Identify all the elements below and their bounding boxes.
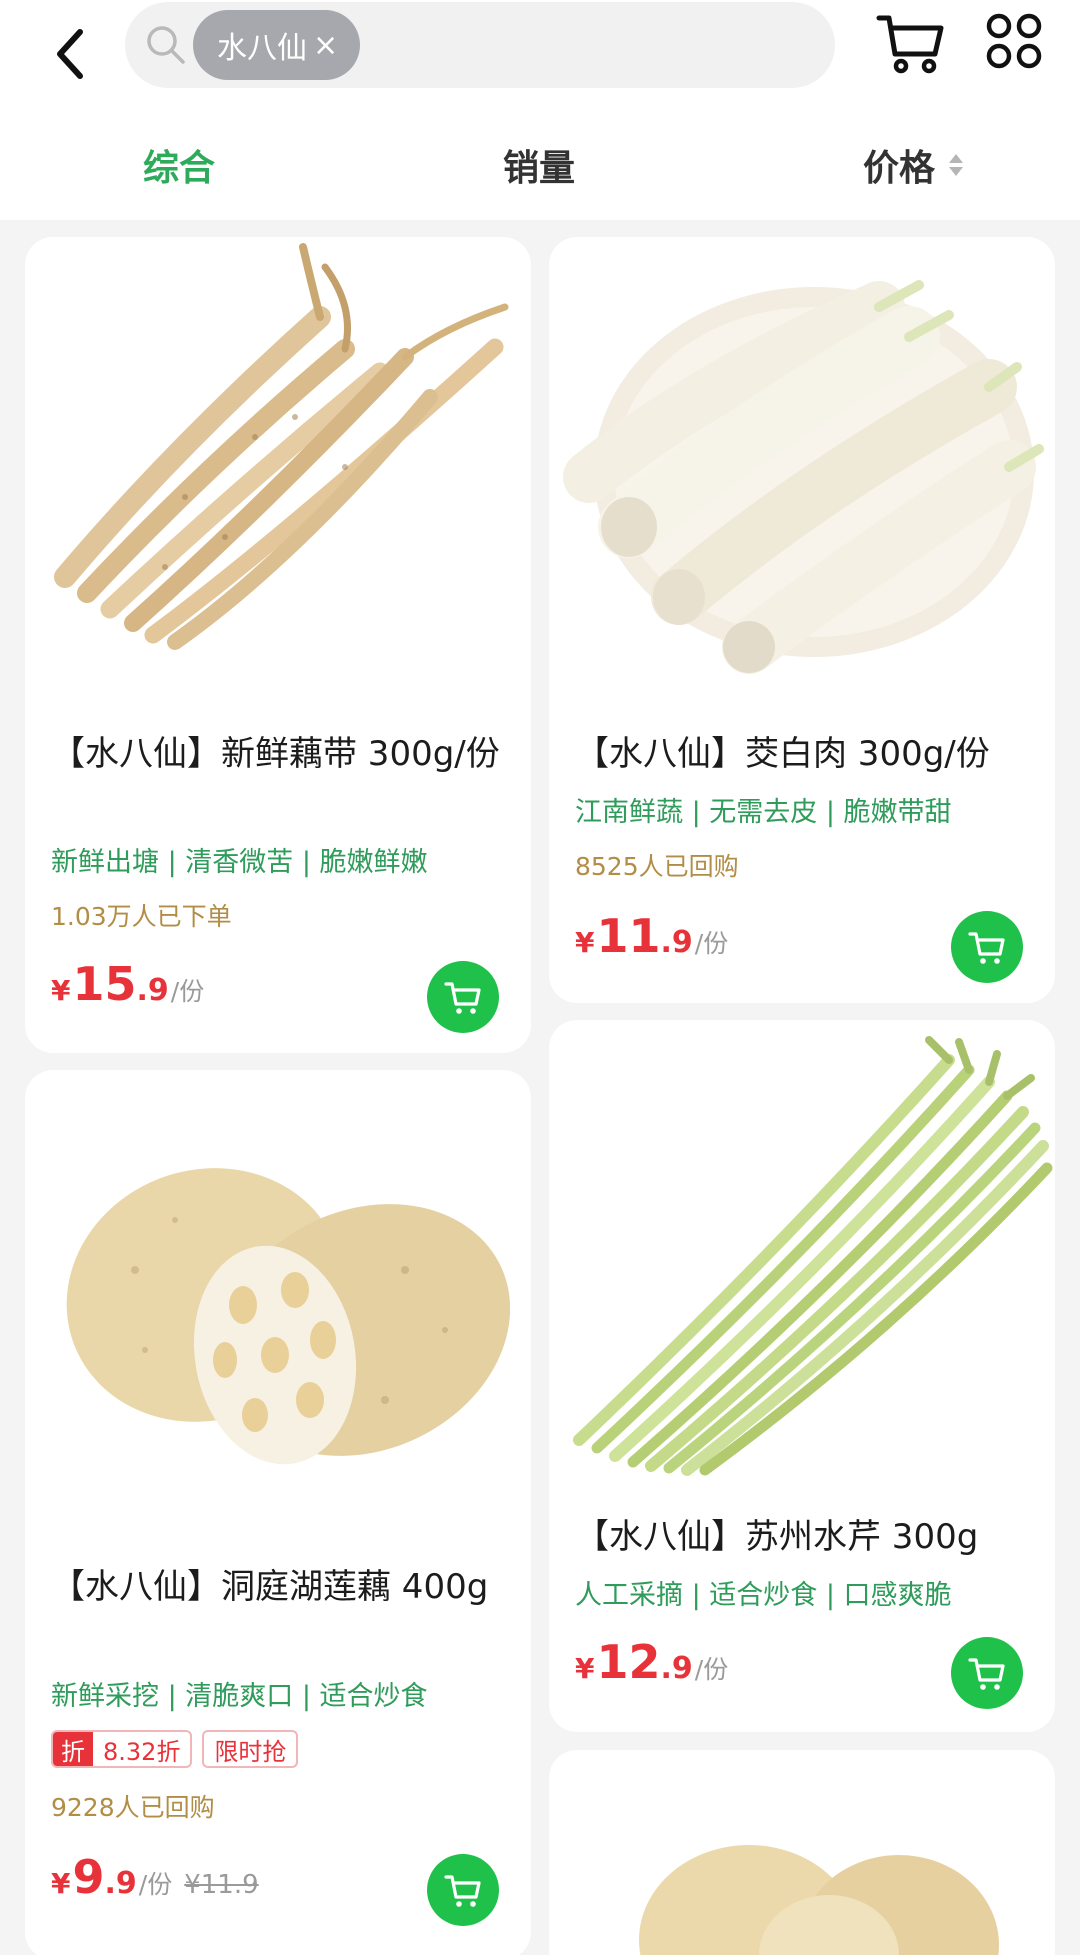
price-unit: /份 bbox=[694, 1655, 729, 1684]
product-title: 【水八仙】新鲜藕带 300g/份 bbox=[51, 734, 500, 774]
shopping-cart-icon[interactable] bbox=[875, 8, 945, 78]
product-image bbox=[639, 1845, 999, 1955]
currency-symbol: ¥ bbox=[51, 974, 71, 1007]
sort-tab-price[interactable]: 价格 bbox=[863, 120, 964, 210]
flash-sale-label: 限时抢 bbox=[214, 1737, 287, 1766]
price-integer: 12 bbox=[596, 1635, 661, 1689]
buyers-count: 1.03万人已下单 bbox=[51, 902, 232, 931]
grid-menu-icon[interactable] bbox=[985, 12, 1043, 70]
discount-value: 8.32折 bbox=[103, 1737, 181, 1766]
original-price: ¥11.9 bbox=[184, 1870, 259, 1900]
product-card[interactable]: 【水八仙】新鲜藕带 300g/份 新鲜出塘 | 清香微苦 | 脆嫩鲜嫩 1.03… bbox=[25, 237, 531, 1053]
sort-tab-label: 价格 bbox=[863, 148, 936, 189]
price-integer: 11 bbox=[596, 909, 661, 963]
product-price: ¥ 9 .9 /份 ¥11.9 bbox=[51, 1850, 259, 1904]
search-keyword-chip[interactable]: 水八仙 × bbox=[193, 10, 361, 80]
sort-bar: 综合 销量 价格 bbox=[0, 120, 1080, 210]
product-title: 【水八仙】茭白肉 300g/份 bbox=[575, 734, 990, 774]
price-unit: /份 bbox=[170, 977, 205, 1006]
product-price: ¥ 11 .9 /份 bbox=[575, 909, 728, 963]
price-decimal: .9 bbox=[104, 1866, 137, 1901]
product-tags: 人工采摘 | 适合炒食 | 口感爽脆 bbox=[575, 1580, 952, 1611]
product-card[interactable]: 【水八仙】茭白肉 300g/份 江南鲜蔬 | 无需去皮 | 脆嫩带甜 8525人… bbox=[549, 237, 1055, 1003]
price-integer: 15 bbox=[72, 957, 137, 1011]
discount-rate-badge: 折 8.32折 bbox=[51, 1730, 193, 1768]
back-button[interactable] bbox=[30, 14, 110, 94]
search-keyword-text: 水八仙 bbox=[217, 31, 307, 66]
sort-order-icon bbox=[949, 154, 964, 176]
search-bar[interactable]: 水八仙 × bbox=[125, 2, 835, 88]
flash-sale-badge: 限时抢 bbox=[202, 1730, 299, 1768]
currency-symbol: ¥ bbox=[575, 1652, 595, 1685]
add-to-cart-button[interactable] bbox=[951, 911, 1023, 983]
currency-symbol: ¥ bbox=[51, 1867, 71, 1900]
sort-tab-comprehensive[interactable]: 综合 bbox=[143, 120, 215, 210]
buyers-count: 9228人已回购 bbox=[51, 1793, 215, 1822]
price-integer: 9 bbox=[72, 1850, 105, 1904]
clear-keyword-icon[interactable]: × bbox=[313, 28, 338, 63]
cart-icon bbox=[444, 982, 481, 1014]
product-title: 【水八仙】洞庭湖莲藕 400g bbox=[51, 1567, 489, 1607]
product-tags: 江南鲜蔬 | 无需去皮 | 脆嫩带甜 bbox=[575, 797, 952, 828]
product-image bbox=[573, 1036, 1053, 1476]
discount-label: 折 bbox=[53, 1732, 93, 1766]
price-decimal: .9 bbox=[660, 1651, 693, 1686]
discount-badges: 折 8.32折 限时抢 bbox=[51, 1730, 299, 1768]
add-to-cart-button[interactable] bbox=[951, 1637, 1023, 1709]
product-tags: 新鲜出塘 | 清香微苦 | 脆嫩鲜嫩 bbox=[51, 847, 428, 878]
cart-icon bbox=[444, 1875, 481, 1907]
price-decimal: .9 bbox=[660, 925, 693, 960]
product-price: ¥ 12 .9 /份 bbox=[575, 1635, 728, 1689]
product-card[interactable] bbox=[549, 1750, 1055, 1955]
product-card[interactable]: 【水八仙】洞庭湖莲藕 400g 新鲜采挖 | 清脆爽口 | 适合炒食 折 8.3… bbox=[25, 1070, 531, 1955]
sort-tab-label: 销量 bbox=[503, 148, 576, 189]
product-title: 【水八仙】苏州水芹 300g bbox=[575, 1517, 979, 1557]
product-tags: 新鲜采挖 | 清脆爽口 | 适合炒食 bbox=[51, 1681, 428, 1712]
sort-tab-sales[interactable]: 销量 bbox=[503, 120, 575, 210]
add-to-cart-button[interactable] bbox=[427, 961, 499, 1033]
price-unit: /份 bbox=[138, 1870, 173, 1899]
search-icon bbox=[147, 26, 185, 64]
product-card[interactable]: 【水八仙】苏州水芹 300g 人工采摘 | 适合炒食 | 口感爽脆 ¥ 12 .… bbox=[549, 1020, 1055, 1732]
back-arrow-icon bbox=[57, 29, 83, 79]
product-image bbox=[66, 1168, 511, 1465]
product-image bbox=[563, 280, 1044, 674]
product-price: ¥ 15 .9 /份 bbox=[51, 957, 204, 1011]
add-to-cart-button[interactable] bbox=[427, 1854, 499, 1926]
buyers-count: 8525人已回购 bbox=[575, 852, 739, 881]
cart-icon bbox=[968, 1658, 1005, 1690]
price-unit: /份 bbox=[694, 929, 729, 958]
currency-symbol: ¥ bbox=[575, 926, 595, 959]
product-image bbox=[54, 243, 509, 650]
sort-tab-label: 综合 bbox=[143, 148, 216, 189]
price-decimal: .9 bbox=[136, 973, 169, 1008]
top-bar: 水八仙 × 综合 销量 价格 bbox=[0, 0, 1080, 220]
cart-icon bbox=[968, 932, 1005, 964]
